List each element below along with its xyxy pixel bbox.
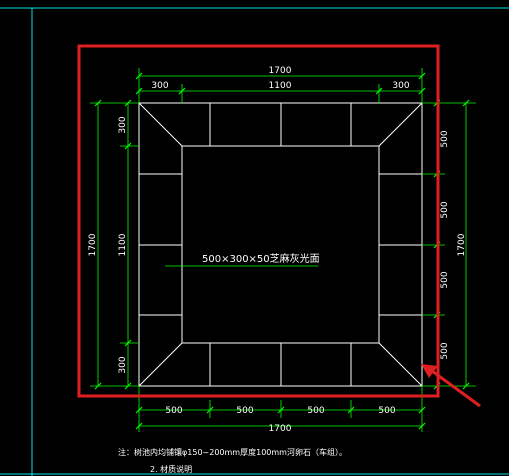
dim-right-seg-1: 500 bbox=[440, 130, 450, 147]
dim-top-left: 300 bbox=[151, 81, 168, 91]
dim-top-overall: 1700 bbox=[269, 66, 292, 76]
dim-top-middle: 1100 bbox=[269, 81, 292, 91]
pointer-arrow bbox=[421, 364, 481, 408]
note-line-1: 注：树池内均铺镶φ150~200mm厚度100mm河卵石（车组）。 bbox=[118, 447, 347, 457]
dim-right-overall: 1700 bbox=[457, 233, 467, 256]
corner-miter-tl bbox=[138, 102, 183, 147]
dim-bottom-overall: 1700 bbox=[269, 424, 292, 434]
corner-miter-br bbox=[378, 342, 423, 387]
dim-left-middle: 1100 bbox=[118, 233, 128, 256]
dim-left-top: 300 bbox=[118, 116, 128, 133]
cad-drawing-canvas: 1700 300 1100 300 1700 300 1100 300 500 … bbox=[0, 7, 509, 476]
inner-opening bbox=[181, 145, 380, 344]
dim-bottom-seg-1: 500 bbox=[165, 406, 182, 416]
dim-bottom-seg-2: 500 bbox=[236, 406, 253, 416]
dim-left-overall: 1700 bbox=[88, 233, 98, 256]
note-line-2: 2. 材质说明 bbox=[150, 464, 192, 474]
paving-callout-label: 500×300×50芝麻灰光面 bbox=[202, 252, 320, 265]
dimension-text: 1700 300 1100 300 1700 300 1100 300 500 … bbox=[88, 66, 467, 434]
dim-bottom-seg-4: 500 bbox=[378, 406, 395, 416]
dim-top-right: 300 bbox=[392, 81, 409, 91]
dim-right-seg-2: 500 bbox=[440, 201, 450, 218]
dim-right-seg-4: 500 bbox=[440, 342, 450, 359]
tree-pit-plan bbox=[138, 102, 423, 387]
dim-bottom-seg-3: 500 bbox=[307, 406, 324, 416]
drawing-frame bbox=[0, 7, 509, 476]
dim-right-seg-3: 500 bbox=[440, 271, 450, 288]
corner-miter-bl bbox=[138, 342, 183, 387]
corner-miter-tr bbox=[378, 102, 423, 147]
dim-left-bottom: 300 bbox=[118, 356, 128, 373]
